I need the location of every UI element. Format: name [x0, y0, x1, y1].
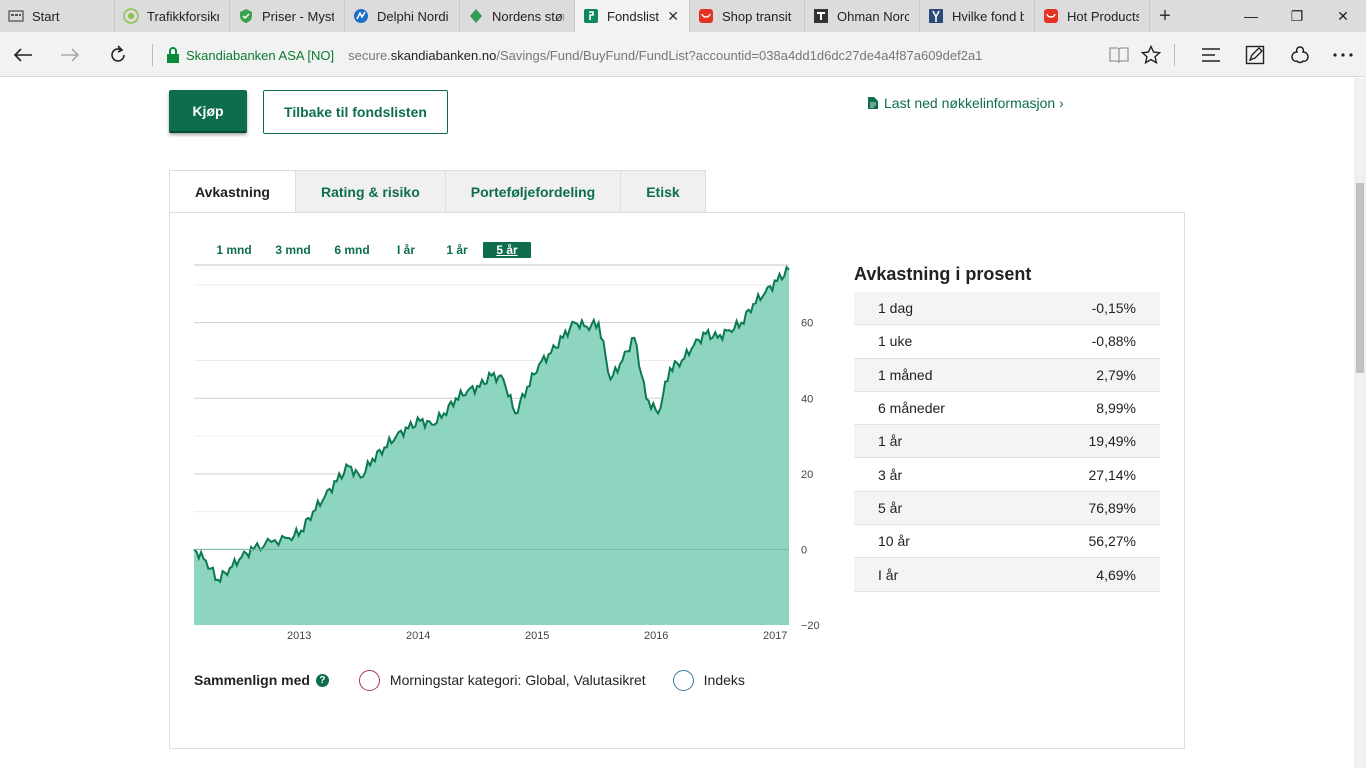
share-button[interactable]: [1285, 40, 1315, 70]
fund-tabs: Avkastning Rating & risiko Porteføljefor…: [169, 170, 706, 213]
tab-title: Hot Products: [1067, 8, 1139, 24]
browser-tab-6[interactable]: Fondslist ✕: [575, 0, 690, 32]
forward-button[interactable]: [55, 40, 85, 70]
browser-tab-2[interactable]: Trafikkforsikr: [115, 0, 230, 32]
arrow-right-icon: [61, 48, 80, 62]
browser-navigation-bar: Skandiabanken ASA [NO] secure. skandiaban…: [0, 32, 1366, 77]
more-button[interactable]: [1328, 40, 1358, 70]
refresh-button[interactable]: [103, 40, 133, 70]
more-dots-icon: [1333, 53, 1353, 57]
minimize-icon: —: [1244, 8, 1258, 24]
url-prefix: secure.: [348, 47, 391, 63]
start-page-icon-icon: [8, 8, 24, 24]
reading-view-button[interactable]: [1104, 40, 1134, 70]
hub-button[interactable]: [1196, 40, 1226, 70]
scrollbar-thumb[interactable]: [1356, 183, 1364, 373]
tab-etisk[interactable]: Etisk: [621, 170, 706, 213]
document-icon: [868, 97, 878, 109]
browser-tab-9[interactable]: Hvilke fond b: [920, 0, 1035, 32]
new-tab-button[interactable]: +: [1150, 0, 1180, 32]
tab-title: Delphi Nordi: [377, 8, 449, 24]
star-icon: [1141, 45, 1161, 65]
tab-avkastning[interactable]: Avkastning: [169, 170, 296, 213]
tab-title: Ohman Norc: [837, 8, 909, 24]
returns-panel: [169, 212, 1185, 749]
book-icon: [1109, 47, 1129, 64]
tab-rating-risiko[interactable]: Rating & risiko: [295, 170, 446, 213]
tab-title: Priser - Myst: [262, 8, 334, 24]
tab-title: Nordens stør: [492, 8, 564, 24]
hub-icon: [1202, 48, 1220, 62]
aliexpress-icon: [698, 8, 714, 24]
vertical-scrollbar[interactable]: [1354, 78, 1366, 768]
fork-icon: [928, 8, 944, 24]
web-note-button[interactable]: [1240, 40, 1270, 70]
delphi-icon: [353, 8, 369, 24]
url-path: /Savings/Fund/BuyFund/FundList?accountid…: [496, 47, 983, 63]
browser-tab-3[interactable]: Priser - Myst: [230, 0, 345, 32]
share-icon: [1291, 46, 1309, 64]
lock-icon: [167, 47, 179, 63]
separator: [152, 44, 153, 66]
ohman-icon: [813, 8, 829, 24]
page-content: Kjøp Tilbake til fondslisten Last ned nø…: [0, 78, 1354, 768]
close-window-button[interactable]: ✕: [1320, 0, 1366, 32]
browser-tab-10[interactable]: Hot Products: [1035, 0, 1150, 32]
back-to-fund-list-button[interactable]: Tilbake til fondslisten: [263, 90, 448, 134]
close-icon: ✕: [1337, 7, 1349, 24]
tab-title: Start: [32, 8, 60, 24]
restore-icon: ❐: [1290, 7, 1304, 24]
url-host: skandiabanken.no: [390, 47, 497, 63]
restore-button[interactable]: ❐: [1274, 0, 1320, 32]
separator: [1174, 44, 1175, 66]
close-tab-icon[interactable]: ✕: [667, 8, 679, 25]
download-link-label: Last ned nøkkelinformasjon ›: [884, 95, 1064, 111]
tab-title: Trafikkforsikr: [147, 8, 219, 24]
browser-tab-strip: Start Trafikkforsikr Priser - Myst Delphi N…: [0, 0, 1366, 32]
leaf-icon: [468, 8, 484, 24]
shield-icon: [238, 8, 254, 24]
refresh-icon: [111, 45, 125, 62]
browser-tab-5[interactable]: Nordens stør: [460, 0, 575, 32]
favorite-button[interactable]: [1136, 40, 1166, 70]
pen-note-icon: [1245, 45, 1265, 65]
aliexpress-icon: [1043, 8, 1059, 24]
site-identity: Skandiabanken ASA [NO]: [186, 47, 335, 63]
buy-button[interactable]: Kjøp: [169, 90, 247, 133]
browser-tab-1[interactable]: Start: [0, 0, 115, 32]
tab-portefoljefordeling[interactable]: Porteføljefordeling: [445, 170, 622, 213]
minimize-button[interactable]: —: [1228, 0, 1274, 32]
download-key-info-link[interactable]: Last ned nøkkelinformasjon ›: [868, 95, 1064, 111]
skandiabanken-icon: [583, 8, 599, 24]
browser-tab-8[interactable]: Ohman Norc: [805, 0, 920, 32]
back-button[interactable]: [8, 40, 38, 70]
arrow-left-icon: [13, 48, 32, 62]
browser-tab-4[interactable]: Delphi Nordi: [345, 0, 460, 32]
address-bar[interactable]: Skandiabanken ASA [NO] secure. skandiaban…: [158, 40, 1088, 70]
site-icon: [123, 8, 139, 24]
tab-title: Hvilke fond b: [952, 8, 1024, 24]
browser-tab-7[interactable]: Shop transit: [690, 0, 805, 32]
tab-title: Shop transit: [722, 8, 792, 24]
